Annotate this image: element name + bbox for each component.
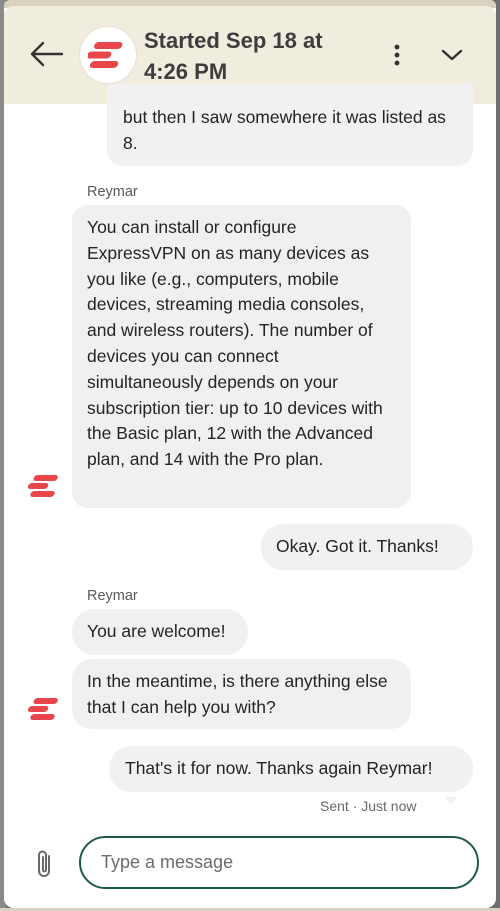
expressvpn-logo-icon: [88, 42, 123, 68]
agent-avatar-icon: [28, 475, 58, 497]
message-input[interactable]: [79, 836, 479, 889]
message-text: but then I saw somewhere it was listed a…: [123, 107, 446, 153]
message-outgoing: That's it for now. Thanks again Reymar!: [109, 746, 473, 792]
message-text: That's it for now. Thanks again Reymar!: [125, 758, 433, 778]
chevron-down-icon: [441, 49, 463, 61]
message-outgoing: Okay. Got it. Thanks!: [261, 524, 473, 570]
more-options-button[interactable]: [382, 40, 412, 70]
message-text: Okay. Got it. Thanks!: [276, 536, 439, 556]
kebab-menu-icon: [394, 44, 400, 66]
collapse-chat-button[interactable]: [434, 40, 470, 70]
message-status: Sent · Just now: [320, 798, 417, 814]
sender-name: Reymar: [87, 184, 138, 200]
agent-avatar-icon: [28, 698, 58, 720]
back-button[interactable]: [26, 36, 66, 72]
message-text: You are welcome!: [87, 621, 226, 641]
message-list[interactable]: but then I saw somewhere it was listed a…: [4, 84, 496, 824]
chat-window: Started Sep 18 at 4:26 PM but then I saw…: [4, 0, 496, 908]
message-text: You can install or configure ExpressVPN …: [87, 217, 383, 470]
paperclip-icon: [38, 850, 50, 877]
sender-name: Reymar: [87, 588, 138, 604]
expressvpn-logo-avatar: [80, 27, 136, 83]
message-incoming: In the meantime, is there anything else …: [72, 659, 411, 729]
message-text: In the meantime, is there anything else …: [87, 671, 388, 717]
delivered-tail-icon: [445, 797, 457, 805]
message-outgoing: but then I saw somewhere it was listed a…: [107, 84, 473, 166]
message-incoming: You can install or configure ExpressVPN …: [72, 205, 411, 508]
message-incoming: You are welcome!: [72, 609, 248, 655]
chat-started-title: Started Sep 18 at 4:26 PM: [144, 28, 323, 84]
arrow-left-icon: [30, 41, 64, 67]
message-composer: [4, 824, 496, 908]
attach-file-button[interactable]: [30, 847, 60, 881]
